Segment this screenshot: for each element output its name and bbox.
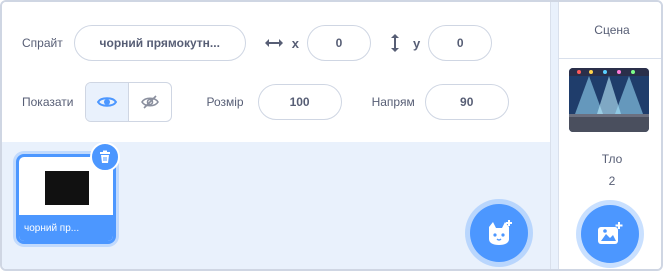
trash-icon xyxy=(98,150,112,164)
choose-backdrop-icon xyxy=(596,221,624,247)
x-input[interactable]: 0 xyxy=(306,25,371,61)
sprite-info-row-2: Показати Розмір 100 Напрям 90 xyxy=(22,82,509,122)
sprite-tile-label: чорний пр... xyxy=(19,215,113,241)
stage-thumbnail[interactable] xyxy=(569,68,649,132)
y-label: y xyxy=(412,35,421,51)
direction-label: Напрям xyxy=(371,95,415,109)
show-label: Показати xyxy=(22,95,74,109)
sprite-list-pane: чорний пр... xyxy=(2,142,550,269)
choose-backdrop-button[interactable] xyxy=(581,205,639,263)
pane-divider xyxy=(550,2,558,269)
sprite-and-stage-panel: Спрайт чорний прямокутн... x 0 y 0 Показ… xyxy=(0,0,663,271)
stage-pane: Сцена Тло 2 xyxy=(558,2,661,269)
sprite-info-row-1: Спрайт чорний прямокутн... x 0 y 0 xyxy=(22,25,493,61)
size-label: Розмір xyxy=(206,95,244,109)
size-input[interactable]: 100 xyxy=(257,84,342,120)
stage-header: Сцена xyxy=(559,2,661,59)
sprite-thumbnail xyxy=(45,171,89,205)
show-button[interactable] xyxy=(86,83,129,121)
direction-input[interactable]: 90 xyxy=(424,84,509,120)
delete-sprite-button[interactable] xyxy=(90,142,120,172)
sprite-info-pane: Спрайт чорний прямокутн... x 0 y 0 Показ… xyxy=(2,2,550,143)
arrows-horizontal-icon xyxy=(264,37,284,49)
backdrops-count: 2 xyxy=(608,174,616,188)
backdrops-label: Тло xyxy=(601,152,623,166)
eye-hidden-icon xyxy=(140,94,160,110)
sprite-label: Спрайт xyxy=(22,36,63,50)
choose-sprite-button[interactable] xyxy=(470,204,528,262)
eye-icon xyxy=(97,95,118,109)
y-input[interactable]: 0 xyxy=(428,25,493,61)
hide-button[interactable] xyxy=(128,83,171,121)
arrows-vertical-icon xyxy=(389,33,401,53)
x-label: x xyxy=(291,35,299,51)
choose-sprite-icon xyxy=(484,219,514,247)
sprite-name-input[interactable]: чорний прямокутн... xyxy=(73,25,246,61)
visibility-toggle xyxy=(85,82,173,122)
